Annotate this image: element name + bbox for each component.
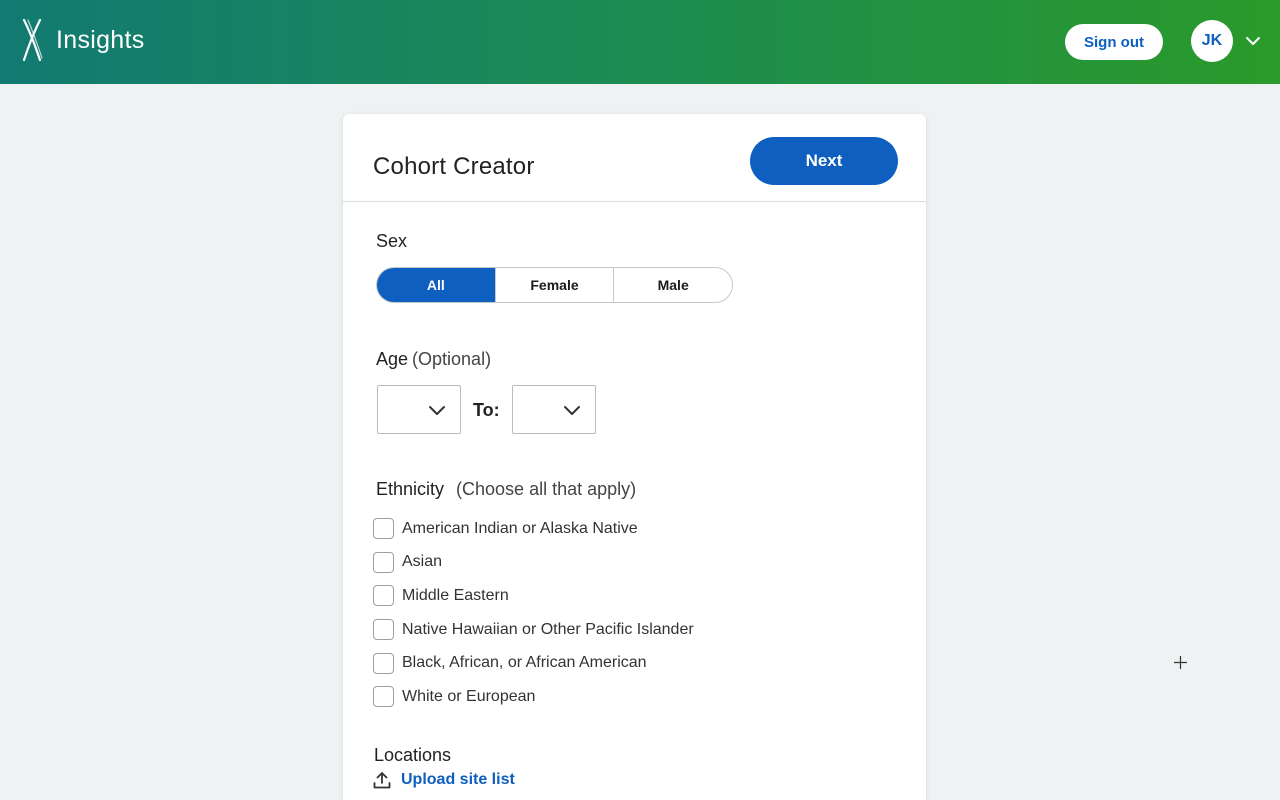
checkbox-label: Black, African, or African American xyxy=(402,654,647,672)
sex-option-male[interactable]: Male xyxy=(613,268,732,302)
ethnicity-option-middle-eastern[interactable]: Middle Eastern xyxy=(373,579,694,613)
checkbox-label: Asian xyxy=(402,553,443,571)
age-label: Age (Optional) xyxy=(376,349,491,370)
ethnicity-checkbox-list: American Indian or Alaska Native Asian M… xyxy=(373,512,694,714)
chevron-down-icon[interactable] xyxy=(1245,35,1261,47)
brand-name: Insights xyxy=(56,25,145,54)
age-optional-hint: (Optional) xyxy=(412,349,492,369)
checkbox[interactable] xyxy=(373,518,394,540)
age-from-select[interactable] xyxy=(377,385,461,434)
chevron-down-icon xyxy=(564,406,580,415)
ethnicity-label: Ethnicity (Choose all that apply) xyxy=(376,479,636,500)
ethnicity-option-black-african[interactable]: Black, African, or African American xyxy=(373,646,694,680)
checkbox-label: American Indian or Alaska Native xyxy=(402,519,638,537)
crosshair-cursor-icon xyxy=(1174,656,1187,669)
checkbox-label: White or European xyxy=(402,687,536,705)
ethnicity-option-asian[interactable]: Asian xyxy=(373,546,694,580)
sign-out-button[interactable]: Sign out xyxy=(1065,24,1163,60)
upload-site-list-label: Upload site list xyxy=(401,771,515,788)
ethnicity-option-native-hawaiian[interactable]: Native Hawaiian or Other Pacific Islande… xyxy=(373,613,694,647)
checkbox[interactable] xyxy=(373,652,394,674)
checkbox[interactable] xyxy=(373,585,394,607)
sex-option-female[interactable]: Female xyxy=(494,268,614,302)
checkbox[interactable] xyxy=(373,551,394,573)
upload-site-list-link[interactable]: Upload site list xyxy=(373,771,515,789)
brand[interactable]: Insights xyxy=(20,18,145,62)
upload-icon xyxy=(373,772,391,789)
user-avatar[interactable]: JK xyxy=(1191,20,1233,62)
sex-label: Sex xyxy=(376,231,408,251)
ethnicity-label-text: Ethnicity xyxy=(376,479,445,499)
card-header: Cohort Creator Next xyxy=(343,114,926,202)
sex-option-all[interactable]: All xyxy=(377,268,495,302)
checkbox-label: Middle Eastern xyxy=(402,586,509,604)
age-to-label: To: xyxy=(473,400,500,420)
age-label-text: Age xyxy=(376,349,409,369)
chevron-down-icon xyxy=(429,406,445,415)
checkbox[interactable] xyxy=(373,619,394,641)
ethnicity-option-white-european[interactable]: White or European xyxy=(373,680,694,714)
x-helix-logo xyxy=(22,18,43,62)
sex-segmented-control: All Female Male xyxy=(376,267,733,303)
page-title: Cohort Creator xyxy=(373,153,535,180)
cohort-creator-card: Cohort Creator Next Sex All Female Male … xyxy=(343,114,926,800)
age-to-select[interactable] xyxy=(512,385,596,434)
top-navigation-bar: Insights Sign out JK xyxy=(0,0,1280,84)
ethnicity-option-american-indian[interactable]: American Indian or Alaska Native xyxy=(373,512,694,546)
ethnicity-hint: (Choose all that apply) xyxy=(456,479,637,499)
checkbox[interactable] xyxy=(373,686,394,708)
locations-label: Locations xyxy=(374,745,452,765)
next-button[interactable]: Next xyxy=(750,137,898,185)
checkbox-label: Native Hawaiian or Other Pacific Islande… xyxy=(402,620,694,638)
